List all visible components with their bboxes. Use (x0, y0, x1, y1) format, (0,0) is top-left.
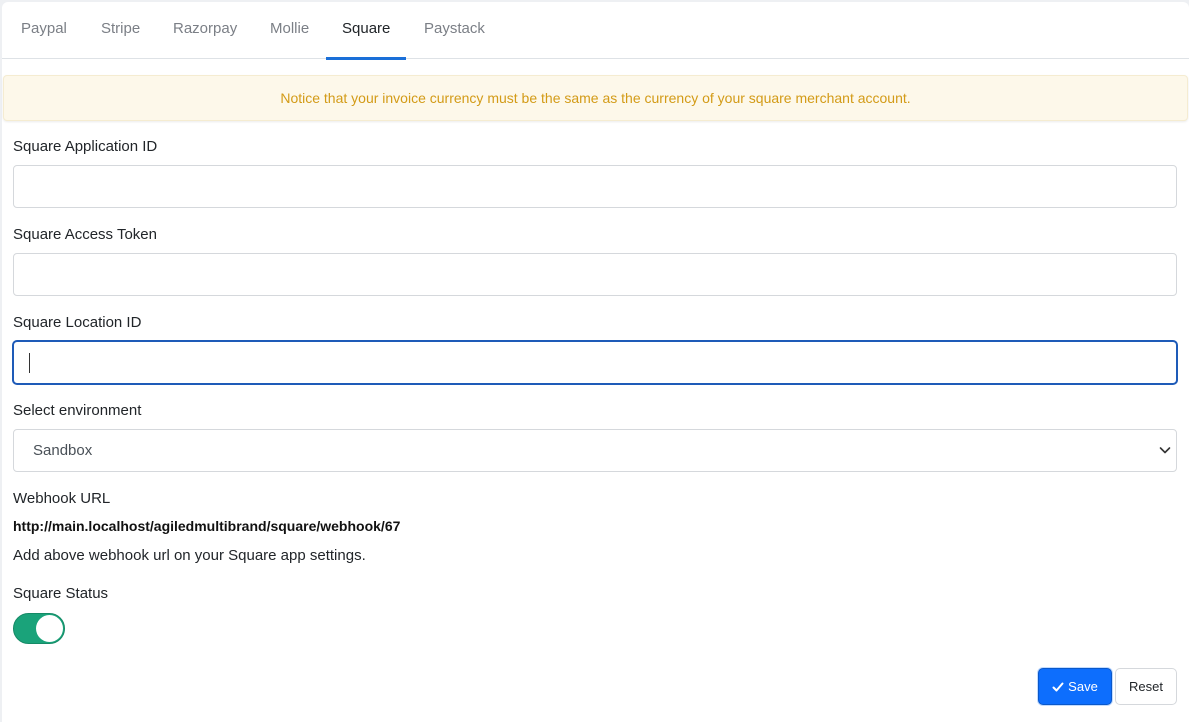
tab-square[interactable]: Square (325, 2, 407, 60)
environment-select[interactable]: Sandbox (13, 429, 1177, 472)
status-toggle[interactable] (13, 613, 65, 644)
location-id-label: Square Location ID (13, 314, 142, 331)
tab-paypal[interactable]: Paypal (21, 2, 67, 59)
access-token-input[interactable] (13, 253, 1177, 296)
webhook-helper-text: Add above webhook url on your Square app… (13, 547, 366, 564)
save-button-label: Save (1068, 679, 1098, 694)
gateway-tabs: Paypal Stripe Razorpay Mollie Square Pay… (2, 2, 1189, 60)
tab-paystack[interactable]: Paystack (424, 2, 485, 59)
tab-stripe[interactable]: Stripe (101, 2, 140, 59)
chevron-down-icon (1159, 447, 1171, 454)
currency-notice: Notice that your invoice currency must b… (3, 75, 1188, 121)
access-token-label: Square Access Token (13, 226, 157, 243)
reset-button[interactable]: Reset (1115, 668, 1177, 705)
webhook-url-label: Webhook URL (13, 490, 111, 507)
tab-razorpay[interactable]: Razorpay (173, 2, 237, 59)
application-id-label: Square Application ID (13, 138, 158, 155)
location-id-input[interactable] (13, 341, 1177, 384)
tab-mollie[interactable]: Mollie (270, 2, 309, 59)
text-caret (29, 353, 30, 373)
environment-selected-value: Sandbox (33, 442, 93, 459)
environment-label: Select environment (13, 402, 142, 419)
webhook-url-value: http://main.localhost/agiledmultibrand/s… (13, 518, 401, 534)
toggle-knob (36, 615, 63, 642)
save-button[interactable]: Save (1038, 668, 1112, 705)
square-settings-card: Paypal Stripe Razorpay Mollie Square Pay… (2, 2, 1189, 722)
application-id-input[interactable] (13, 165, 1177, 208)
status-label: Square Status (13, 585, 109, 602)
check-icon (1052, 682, 1064, 691)
